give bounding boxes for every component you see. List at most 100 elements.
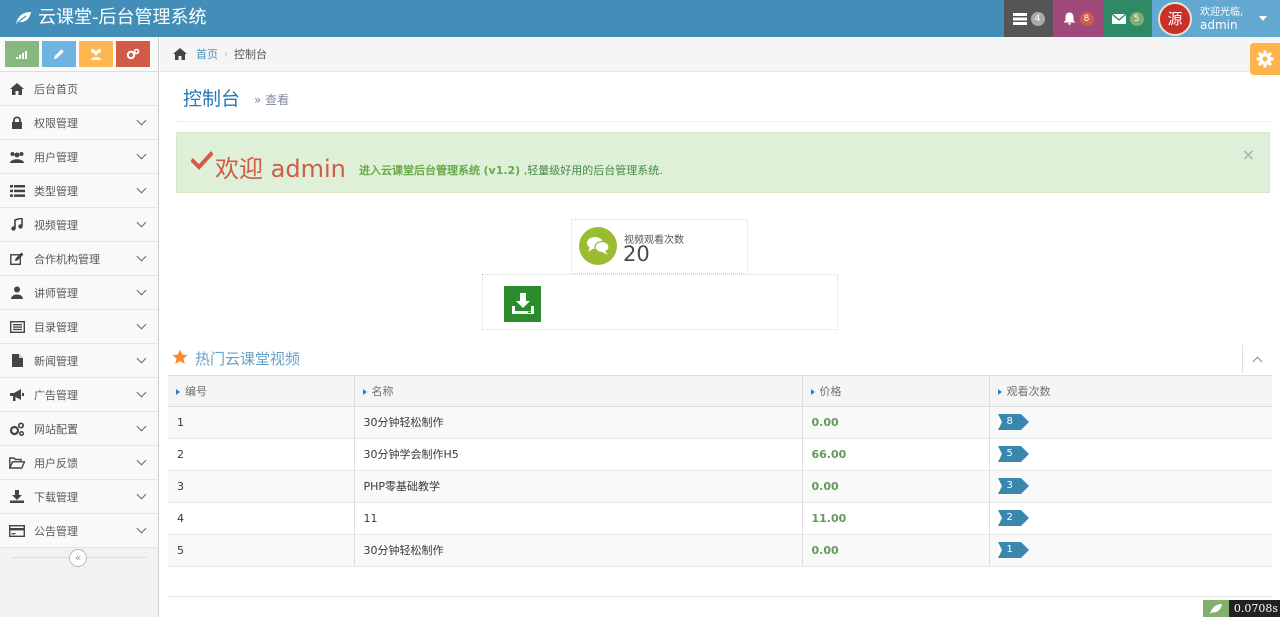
sidebar-item-ads[interactable]: 广告管理 [0,378,158,412]
user-menu[interactable]: 源 欢迎光临, admin [1152,0,1280,37]
app-title: 云课堂-后台管理系统 [38,7,207,28]
chevron-down-icon [136,217,147,228]
caret-right-icon [176,388,180,395]
table-row: 5 30分钟轻松制作 0.00 1 [168,534,1272,567]
widget-collapse-button[interactable] [1242,345,1272,373]
infobox-value: 20 [623,242,650,266]
welcome-version: (v1.2) [483,164,521,177]
table-row: 4 11 11.00 2 [168,502,1272,535]
sidebar-item-label: 讲师管理 [34,286,78,300]
caret-down-icon [1259,16,1268,21]
shortcut-group-button[interactable] [79,41,113,67]
sidebar-item-feedback[interactable]: 用户反馈 [0,446,158,480]
sidebar-item-site-config[interactable]: 网站配置 [0,412,158,446]
footer-divider [168,596,1272,597]
cell-price: 11.00 [802,502,990,535]
shortcut-signal-button[interactable] [5,41,39,67]
sidebar-item-label: 视频管理 [34,218,78,232]
notifications-button[interactable]: 8 [1053,0,1103,37]
chevron-down-icon [136,523,147,534]
signal-icon [16,51,27,59]
pencil-icon [54,49,64,59]
sidebar-item-downloads[interactable]: 下载管理 [0,480,158,514]
shortcut-pencil-button[interactable] [42,41,76,67]
column-header-views[interactable]: 观看次数 [989,376,1272,407]
cell-views: 1 [989,534,1272,567]
breadcrumb-home-link[interactable]: 首页 [196,46,218,62]
sidebar: 后台首页 权限管理 用户管理 类型管理 视频管理 合作机构管理 讲师管理 目录管… [0,37,159,617]
cell-name: 11 [354,502,803,535]
brand[interactable]: 云课堂-后台管理系统 [14,6,207,30]
sidebar-item-catalog[interactable]: 目录管理 [0,310,158,344]
close-button[interactable]: × [1242,145,1255,164]
chevron-down-icon [136,251,147,262]
gear-icon [1256,50,1274,68]
welcome-alert: 欢迎 admin 进入云课堂后台管理系统 (v1.2) ,轻量级好用的后台管理系… [176,132,1270,193]
cell-id: 4 [168,502,355,535]
notifications-badge: 8 [1079,11,1094,26]
chevron-down-icon [136,319,147,330]
sidebar-item-users[interactable]: 用户管理 [0,140,158,174]
chevron-up-icon [1252,356,1263,366]
user-greeting: 欢迎光临, [1200,6,1244,18]
sidebar-item-label: 公告管理 [34,524,78,538]
settings-button[interactable] [1250,43,1280,75]
user-info: 欢迎光临, admin [1200,7,1243,31]
messages-button[interactable]: 5 [1103,0,1152,37]
hot-videos-widget-header: 热门云课堂视频 [168,342,1272,376]
table-row: 3 PHP零基础教学 0.00 3 [168,470,1272,503]
welcome-system-name: 进入云课堂后台管理系统 [359,164,480,177]
chevron-down-icon [136,183,147,194]
chevron-down-icon [136,489,147,500]
sidebar-item-permissions[interactable]: 权限管理 [0,106,158,140]
sidebar-item-announcements[interactable]: 公告管理 [0,514,158,548]
download-box [482,274,838,330]
cogs-icon [9,421,25,437]
chevron-down-icon [136,285,147,296]
sidebar-item-types[interactable]: 类型管理 [0,174,158,208]
sidebar-item-news[interactable]: 新闻管理 [0,344,158,378]
infobox-video-views: 视频观看次数 20 [571,219,748,274]
column-header-price[interactable]: 价格 [802,376,990,407]
sidebar-item-lecturers[interactable]: 讲师管理 [0,276,158,310]
cell-id: 2 [168,438,355,471]
home-icon [9,81,25,97]
widget-title: 热门云课堂视频 [195,350,301,368]
leaf-icon [16,12,31,24]
cell-views: 8 [989,406,1272,439]
sidebar-collapse-button[interactable]: « [69,549,87,567]
sidebar-item-videos[interactable]: 视频管理 [0,208,158,242]
cell-price: 66.00 [802,438,990,471]
list-icon [9,183,25,199]
cell-name: PHP零基础教学 [354,470,803,503]
sidebar-shortcuts [0,37,158,72]
column-header-id[interactable]: 编号 [168,376,355,407]
bell-icon [1063,12,1075,25]
sidebar-item-label: 广告管理 [34,388,78,402]
views-badge: 5 [997,446,1030,462]
sidebar-item-label: 合作机构管理 [34,252,100,266]
sidebar-item-home[interactable]: 后台首页 [0,72,158,106]
welcome-heading: 欢迎 admin [215,155,346,183]
page-header: 控制台 » 查看 [176,74,1270,122]
sidebar-menu: 后台首页 权限管理 用户管理 类型管理 视频管理 合作机构管理 讲师管理 目录管… [0,72,158,548]
cell-views: 5 [989,438,1272,471]
tasks-badge: 4 [1030,11,1045,26]
sidebar-item-label: 权限管理 [34,116,78,130]
table-row: 2 30分钟学会制作H5 66.00 5 [168,438,1272,471]
tasks-button[interactable]: 4 [1004,0,1053,37]
cell-views: 2 [989,502,1272,535]
column-header-label: 编号 [185,384,207,398]
cell-views: 3 [989,470,1272,503]
download-icon[interactable] [504,286,541,322]
sidebar-item-partners[interactable]: 合作机构管理 [0,242,158,276]
sidebar-item-label: 下载管理 [34,490,78,504]
sidebar-item-label: 新闻管理 [34,354,78,368]
shortcut-cogs-button[interactable] [116,41,150,67]
page-timer: 0.0708s [1202,600,1280,617]
chevron-down-icon [136,455,147,466]
cell-price: 0.00 [802,470,990,503]
caret-right-icon [810,388,815,395]
navbar: 云课堂-后台管理系统 4 8 5 源 欢迎光临, admin [0,0,1280,37]
column-header-name[interactable]: 名称 [354,376,803,407]
